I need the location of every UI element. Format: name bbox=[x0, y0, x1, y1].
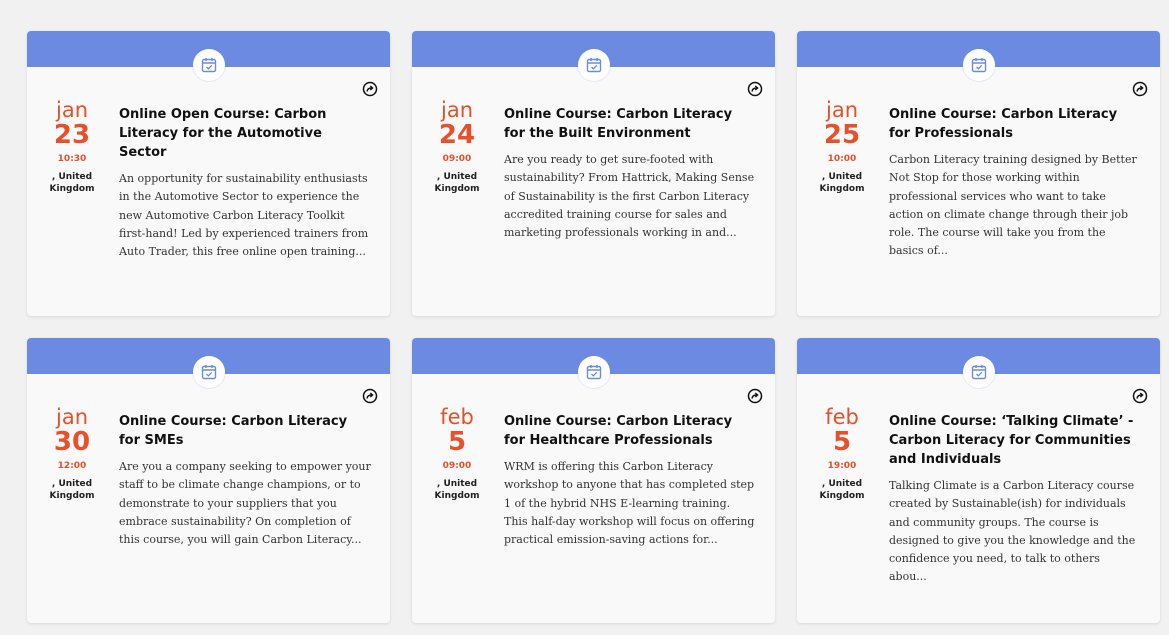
event-card[interactable]: jan 25 10:00 , United Kingdom Online Cou… bbox=[797, 31, 1160, 316]
card-header bbox=[797, 31, 1160, 81]
event-title[interactable]: Online Course: Carbon Literacy for Profe… bbox=[889, 105, 1141, 143]
event-description: Carbon Literacy training designed by Bet… bbox=[889, 153, 1137, 258]
event-content: Online Course: ‘Talking Climate’ - Carbo… bbox=[889, 412, 1141, 587]
event-time: 10:30 bbox=[57, 154, 87, 164]
calendar-icon bbox=[192, 356, 225, 388]
event-day: 5 bbox=[447, 427, 467, 457]
event-description: Are you ready to get sure-footed with su… bbox=[504, 153, 755, 240]
event-location: , United Kingdom bbox=[434, 172, 480, 194]
event-title[interactable]: Online Course: Carbon Literacy for SMEs bbox=[119, 412, 371, 450]
calendar-icon bbox=[577, 49, 610, 81]
share-icon[interactable] bbox=[747, 388, 763, 404]
event-time: 10:00 bbox=[827, 154, 857, 164]
share-icon[interactable] bbox=[1132, 388, 1148, 404]
event-title[interactable]: Online Course: Carbon Literacy for the B… bbox=[504, 105, 756, 143]
event-card[interactable]: feb 5 09:00 , United Kingdom Online Cour… bbox=[412, 338, 775, 623]
event-location: , United Kingdom bbox=[819, 172, 865, 194]
event-card[interactable]: jan 24 09:00 , United Kingdom Online Cou… bbox=[412, 31, 775, 316]
event-day: 23 bbox=[53, 120, 91, 150]
card-header bbox=[412, 338, 775, 388]
event-time: 09:00 bbox=[442, 461, 472, 471]
card-header bbox=[412, 31, 775, 81]
event-content: Online Course: Carbon Literacy for Healt… bbox=[504, 412, 756, 549]
event-location: , United Kingdom bbox=[819, 479, 865, 501]
card-header bbox=[797, 338, 1160, 388]
calendar-icon bbox=[192, 49, 225, 81]
event-location: , United Kingdom bbox=[49, 479, 95, 501]
event-date: jan 24 09:00 , United Kingdom bbox=[426, 99, 488, 195]
event-card[interactable]: feb 5 19:00 , United Kingdom Online Cour… bbox=[797, 338, 1160, 623]
event-description: WRM is offering this Carbon Literacy wor… bbox=[504, 460, 755, 547]
event-day: 24 bbox=[438, 120, 476, 150]
calendar-icon bbox=[962, 356, 995, 388]
event-location: , United Kingdom bbox=[49, 172, 95, 194]
share-icon[interactable] bbox=[362, 388, 378, 404]
event-title[interactable]: Online Course: Carbon Literacy for Healt… bbox=[504, 412, 756, 450]
calendar-icon bbox=[962, 49, 995, 81]
share-icon[interactable] bbox=[747, 81, 763, 97]
calendar-icon bbox=[577, 356, 610, 388]
share-icon[interactable] bbox=[1132, 81, 1148, 97]
event-month: feb bbox=[825, 405, 859, 429]
card-header bbox=[27, 338, 390, 388]
event-month: jan bbox=[55, 405, 88, 429]
event-time: 12:00 bbox=[57, 461, 87, 471]
event-day: 25 bbox=[823, 120, 861, 150]
event-content: Online Course: Carbon Literacy for SMEs … bbox=[119, 412, 371, 549]
event-time: 19:00 bbox=[827, 461, 857, 471]
event-grid: jan 23 10:30 , United Kingdom Online Ope… bbox=[27, 31, 1160, 623]
event-title[interactable]: Online Course: ‘Talking Climate’ - Carbo… bbox=[889, 412, 1141, 469]
event-date: jan 25 10:00 , United Kingdom bbox=[811, 99, 873, 195]
event-month: jan bbox=[55, 98, 88, 122]
event-card[interactable]: jan 23 10:30 , United Kingdom Online Ope… bbox=[27, 31, 390, 316]
event-month: jan bbox=[440, 98, 473, 122]
event-month: feb bbox=[440, 405, 474, 429]
card-header bbox=[27, 31, 390, 81]
event-date: jan 23 10:30 , United Kingdom bbox=[41, 99, 103, 195]
event-location: , United Kingdom bbox=[434, 479, 480, 501]
event-month: jan bbox=[825, 98, 858, 122]
event-day: 30 bbox=[53, 427, 91, 457]
event-description: Are you a company seeking to empower you… bbox=[119, 460, 371, 547]
event-content: Online Course: Carbon Literacy for the B… bbox=[504, 105, 756, 242]
event-card[interactable]: jan 30 12:00 , United Kingdom Online Cou… bbox=[27, 338, 390, 623]
event-content: Online Open Course: Carbon Literacy for … bbox=[119, 105, 371, 261]
event-title[interactable]: Online Open Course: Carbon Literacy for … bbox=[119, 105, 371, 162]
event-description: Talking Climate is a Carbon Literacy cou… bbox=[889, 479, 1136, 584]
event-day: 5 bbox=[832, 427, 852, 457]
event-date: feb 5 09:00 , United Kingdom bbox=[426, 406, 488, 502]
event-date: jan 30 12:00 , United Kingdom bbox=[41, 406, 103, 502]
event-description: An opportunity for sustainability enthus… bbox=[119, 172, 369, 259]
event-date: feb 5 19:00 , United Kingdom bbox=[811, 406, 873, 502]
event-content: Online Course: Carbon Literacy for Profe… bbox=[889, 105, 1141, 261]
event-time: 09:00 bbox=[442, 154, 472, 164]
share-icon[interactable] bbox=[362, 81, 378, 97]
